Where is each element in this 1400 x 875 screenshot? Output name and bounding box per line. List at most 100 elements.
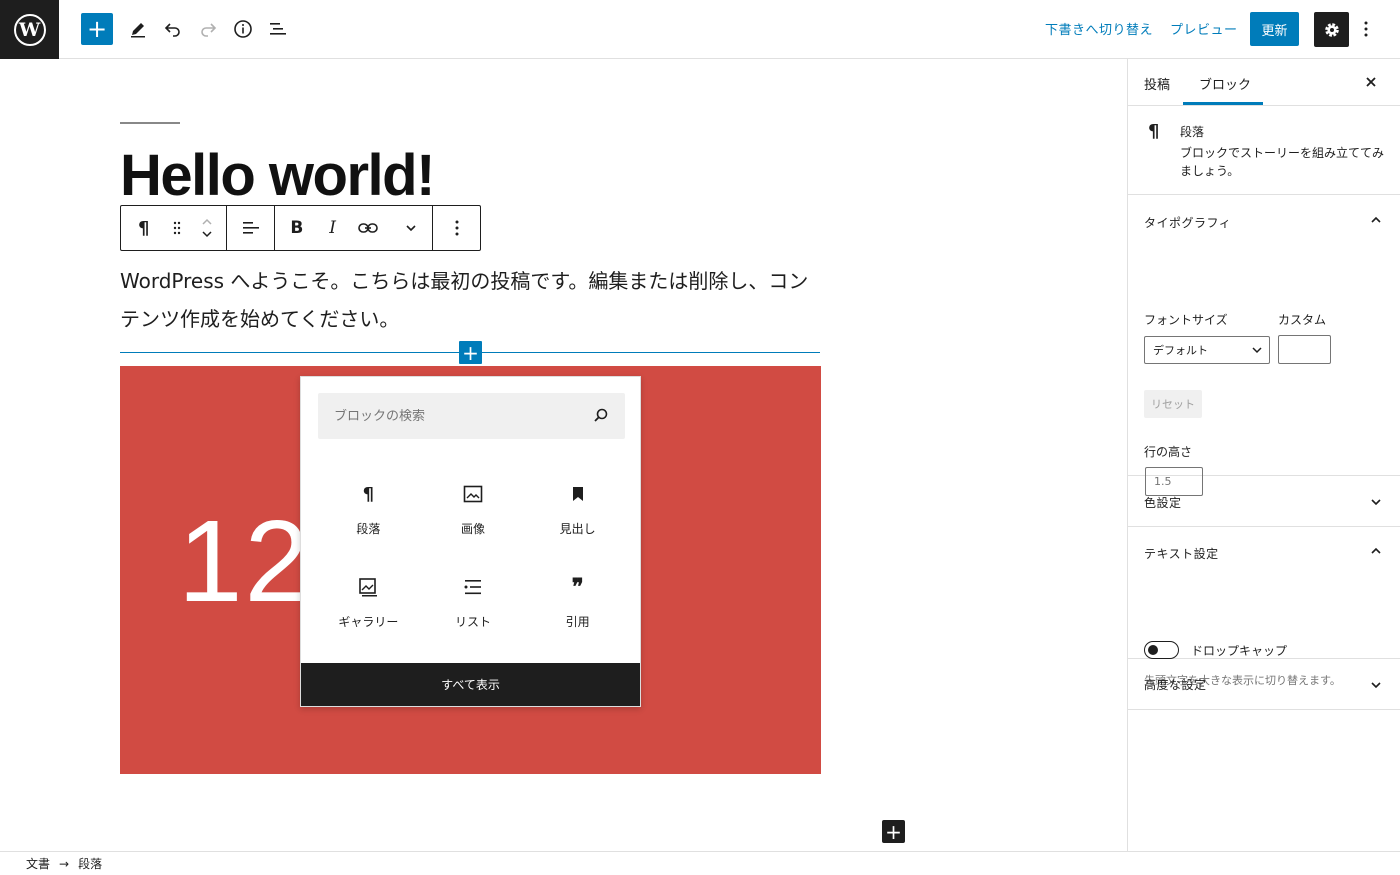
chevron-down-icon[interactable]: [1369, 495, 1383, 509]
block-item-heading[interactable]: 見出し: [525, 482, 630, 544]
chevron-up-icon[interactable]: [201, 218, 213, 226]
vertical-ellipsis-icon: [1364, 21, 1368, 37]
plus-icon: +: [885, 819, 902, 844]
wordpress-logo-icon: W: [13, 13, 46, 46]
link-button[interactable]: [347, 206, 391, 250]
preview-link[interactable]: プレビュー: [1170, 19, 1238, 38]
breadcrumb-arrow-icon: →: [59, 856, 70, 871]
drop-cap-toggle[interactable]: [1144, 641, 1179, 659]
redo-button[interactable]: [192, 13, 224, 45]
redo-icon: [201, 23, 217, 37]
reset-font-size-button[interactable]: リセット: [1144, 390, 1202, 418]
browse-all-button[interactable]: すべて表示: [301, 663, 640, 706]
block-item-paragraph[interactable]: ¶ 段落: [316, 482, 421, 544]
title-separator: [120, 122, 180, 124]
update-button[interactable]: 更新: [1250, 12, 1299, 46]
block-card-title: 段落: [1180, 125, 1205, 139]
font-size-select[interactable]: デフォルト: [1144, 336, 1270, 364]
plus-icon: +: [462, 340, 479, 365]
more-options-button[interactable]: [1357, 14, 1375, 44]
editor-canvas: Hello world! ¶ B I WordPress へようこそ。こちらは最…: [0, 59, 1127, 851]
block-card-description: ブロックでストーリーを組み立ててみましょう。: [1180, 146, 1385, 178]
block-type-button[interactable]: ¶: [121, 206, 167, 250]
switch-to-draft-link[interactable]: 下書きへ切り替え: [1045, 19, 1153, 38]
quote-icon: ❞: [571, 574, 584, 600]
paragraph-icon: ¶: [1148, 121, 1160, 142]
chevron-up-icon[interactable]: [1369, 544, 1383, 558]
image-icon: [461, 482, 485, 506]
typography-panel-toggle[interactable]: タイポグラフィ: [1144, 214, 1231, 231]
italic-icon: I: [329, 218, 336, 238]
post-title[interactable]: Hello world!: [120, 142, 435, 209]
advanced-panel-toggle[interactable]: 高度な設定: [1144, 676, 1207, 693]
default-block-inserter-button[interactable]: +: [882, 820, 905, 843]
chevron-down-icon[interactable]: [1369, 678, 1383, 692]
list-view-icon: [270, 23, 286, 35]
tools-button[interactable]: [122, 13, 154, 45]
block-inserter-popover: ¶ 段落 画像 見出し ギャラリー: [300, 376, 641, 707]
paragraph-icon: ¶: [138, 217, 150, 239]
search-icon: [594, 408, 608, 422]
settings-sidebar: 投稿 ブロック ¶ 段落 ブロックでストーリーを組み立ててみましょう。 タイポグ…: [1127, 59, 1400, 851]
block-search-input[interactable]: [334, 408, 584, 424]
chevron-down-icon[interactable]: [201, 230, 213, 238]
add-block-button[interactable]: +: [81, 13, 113, 45]
close-icon: [1366, 77, 1376, 87]
block-item-quote[interactable]: ❞ 引用: [525, 574, 630, 637]
align-left-icon: [242, 222, 259, 234]
block-options-button[interactable]: [433, 206, 480, 250]
align-button[interactable]: [227, 206, 274, 250]
italic-button[interactable]: I: [319, 206, 347, 250]
heading-icon: [566, 482, 590, 506]
breadcrumb-root[interactable]: 文書: [26, 855, 50, 872]
block-search: [318, 393, 625, 439]
custom-size-label: カスタム: [1278, 313, 1327, 327]
active-tab-indicator: [1183, 102, 1263, 105]
bold-icon: B: [290, 218, 304, 238]
block-list: ¶ 段落 画像 見出し ギャラリー リスト ❞ 引用: [316, 482, 630, 637]
info-icon: [234, 20, 252, 38]
pencil-icon: [131, 23, 145, 38]
custom-font-size-input[interactable]: [1278, 335, 1331, 364]
gallery-icon: [356, 575, 380, 599]
block-item-gallery[interactable]: ギャラリー: [316, 575, 421, 637]
drag-handle[interactable]: [167, 206, 189, 250]
more-formatting-button[interactable]: [390, 206, 432, 250]
line-height-label: 行の高さ: [1144, 445, 1193, 459]
text-settings-panel: テキスト設定: [1128, 527, 1400, 659]
block-toolbar: ¶ B I: [120, 205, 481, 251]
chevron-up-icon[interactable]: [1369, 213, 1383, 227]
undo-button[interactable]: [157, 13, 189, 45]
settings-button[interactable]: [1314, 12, 1349, 47]
block-item-label: リスト: [454, 615, 491, 629]
vertical-ellipsis-icon: [455, 220, 458, 236]
top-toolbar: W + 下書きへ切り替え プレビュー 更新: [0, 0, 1400, 59]
block-item-label: ギャラリー: [338, 615, 399, 629]
list-icon: [461, 575, 485, 599]
color-panel-toggle[interactable]: 色設定: [1144, 494, 1182, 511]
drop-cap-label: ドロップキャップ: [1191, 644, 1288, 658]
wordpress-logo-button[interactable]: W: [0, 0, 59, 59]
text-settings-panel-toggle[interactable]: テキスト設定: [1144, 545, 1219, 562]
block-item-list[interactable]: リスト: [421, 575, 526, 637]
block-item-label: 引用: [565, 615, 590, 629]
breadcrumb-current[interactable]: 段落: [78, 855, 102, 872]
inline-inserter-button[interactable]: +: [459, 341, 482, 364]
font-size-value: デフォルト: [1153, 344, 1208, 357]
bold-button[interactable]: B: [275, 206, 319, 250]
font-size-label: フォントサイズ: [1144, 313, 1228, 327]
details-button[interactable]: [227, 13, 259, 45]
link-icon: [358, 223, 379, 233]
block-item-label: 見出し: [559, 522, 596, 536]
tab-post[interactable]: 投稿: [1144, 74, 1170, 93]
toggle-knob: [1148, 645, 1158, 655]
tab-block[interactable]: ブロック: [1199, 74, 1251, 93]
close-sidebar-button[interactable]: [1365, 73, 1377, 92]
block-card: ¶ 段落 ブロックでストーリーを組み立ててみましょう。: [1128, 106, 1400, 195]
color-panel: 色設定: [1128, 476, 1400, 527]
list-view-button[interactable]: [262, 13, 294, 45]
move-buttons[interactable]: [188, 206, 226, 250]
block-item-image[interactable]: 画像: [421, 482, 526, 544]
paragraph-block[interactable]: WordPress へようこそ。こちらは最初の投稿です。編集または削除し、コンテ…: [120, 262, 820, 338]
block-item-label: 画像: [460, 522, 485, 536]
